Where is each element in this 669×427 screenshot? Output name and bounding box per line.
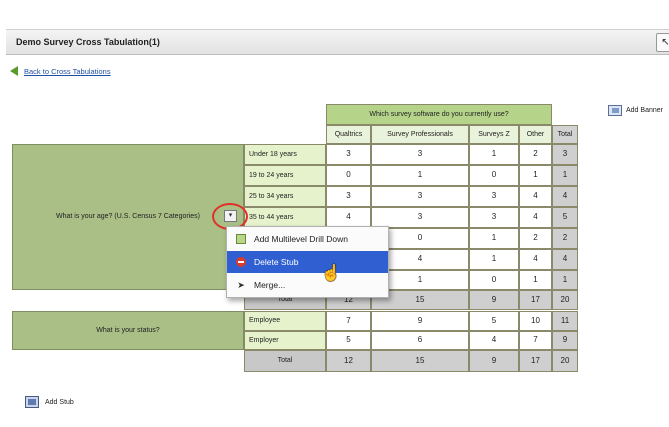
value-cell: 4	[519, 207, 552, 228]
total-cell: 9	[552, 331, 578, 350]
row-label: Employee	[244, 311, 326, 331]
delete-icon	[236, 257, 246, 267]
add-banner-button[interactable]: Add Banner	[608, 105, 663, 116]
value-cell: 3	[326, 186, 371, 207]
total-cell: 4	[552, 186, 578, 207]
value-cell: 1	[519, 165, 552, 186]
row-label: 19 to 24 years	[244, 165, 326, 186]
value-cell: 3	[371, 144, 469, 165]
back-arrow-icon	[10, 66, 18, 76]
column-header: Qualtrics	[326, 125, 371, 144]
total-cell: 5	[552, 207, 578, 228]
stub-context-menu: Add Multilevel Drill Down Delete Stub ➤ …	[226, 226, 389, 298]
value-cell: 4	[519, 249, 552, 270]
menu-item-merge[interactable]: ➤ Merge...	[227, 274, 388, 296]
value-cell: 7	[326, 311, 371, 331]
value-cell: 1	[469, 228, 519, 249]
value-cell: 4	[326, 207, 371, 228]
value-cell: 3	[371, 186, 469, 207]
value-cell: 7	[519, 331, 552, 350]
value-cell: 0	[469, 270, 519, 290]
add-stub-label: Add Stub	[45, 398, 74, 406]
row-label: 35 to 44 years	[244, 207, 326, 228]
value-cell: 5	[469, 311, 519, 331]
total-cell: 4	[552, 249, 578, 270]
value-cell: 9	[371, 311, 469, 331]
value-cell: 3	[469, 186, 519, 207]
value-cell: 2	[519, 144, 552, 165]
grand-total-cell: 20	[552, 350, 578, 372]
value-cell: 3	[469, 207, 519, 228]
value-cell: 0	[326, 165, 371, 186]
menu-item-label: Add Multilevel Drill Down	[254, 234, 349, 244]
value-cell: 6	[371, 331, 469, 350]
value-cell: 4	[519, 186, 552, 207]
add-stub-icon	[25, 396, 39, 408]
banner-question[interactable]: Which survey software do you currently u…	[326, 104, 552, 125]
total-cell: 12	[326, 350, 371, 372]
total-cell: 2	[552, 228, 578, 249]
total-cell: 17	[519, 350, 552, 372]
add-banner-icon	[608, 105, 622, 116]
menu-item-label: Merge...	[254, 280, 286, 290]
total-cell: 1	[552, 270, 578, 290]
grand-total-cell: 20	[552, 290, 578, 310]
total-cell: 9	[469, 350, 519, 372]
stub-question-age[interactable]: What is your age? (U.S. Census 7 Categor…	[12, 144, 244, 290]
row-label: 25 to 34 years	[244, 186, 326, 207]
value-cell: 1	[519, 270, 552, 290]
value-cell: 4	[469, 331, 519, 350]
row-label: Employer	[244, 331, 326, 350]
total-row-label: Total	[244, 350, 326, 372]
menu-item-add-drilldown[interactable]: Add Multilevel Drill Down	[227, 228, 388, 250]
total-cell: 3	[552, 144, 578, 165]
title-bar: Demo Survey Cross Tabulation(1) ↖	[6, 29, 669, 55]
cursor-icon[interactable]: ↖	[656, 33, 669, 52]
total-cell: 15	[371, 350, 469, 372]
menu-item-delete-stub[interactable]: Delete Stub	[227, 251, 388, 273]
stub-question-status[interactable]: What is your status?	[12, 311, 244, 350]
total-cell: 1	[552, 165, 578, 186]
back-link-label[interactable]: Back to Cross Tabulations	[24, 67, 111, 76]
column-header: Other	[519, 125, 552, 144]
page-title: Demo Survey Cross Tabulation(1)	[16, 37, 160, 47]
add-banner-label: Add Banner	[626, 107, 663, 114]
back-link[interactable]: Back to Cross Tabulations	[10, 65, 111, 77]
total-cell: 11	[552, 311, 578, 331]
value-cell: 3	[326, 144, 371, 165]
value-cell: 10	[519, 311, 552, 331]
column-header: Surveys Z	[469, 125, 519, 144]
value-cell: 1	[469, 144, 519, 165]
merge-icon: ➤	[237, 279, 245, 290]
value-cell: 5	[326, 331, 371, 350]
add-drilldown-icon	[236, 234, 246, 244]
column-header: Survey Professionals	[371, 125, 469, 144]
add-stub-button[interactable]: Add Stub	[25, 396, 74, 408]
total-cell: 17	[519, 290, 552, 310]
value-cell: 3	[371, 207, 469, 228]
menu-item-label: Delete Stub	[254, 257, 299, 267]
value-cell: 1	[469, 249, 519, 270]
value-cell: 0	[469, 165, 519, 186]
value-cell: 2	[519, 228, 552, 249]
hand-pointer-icon: ☝	[321, 265, 341, 282]
value-cell: 1	[371, 165, 469, 186]
row-label: Under 18 years	[244, 144, 326, 165]
total-column-header: Total	[552, 125, 578, 144]
total-cell: 9	[469, 290, 519, 310]
